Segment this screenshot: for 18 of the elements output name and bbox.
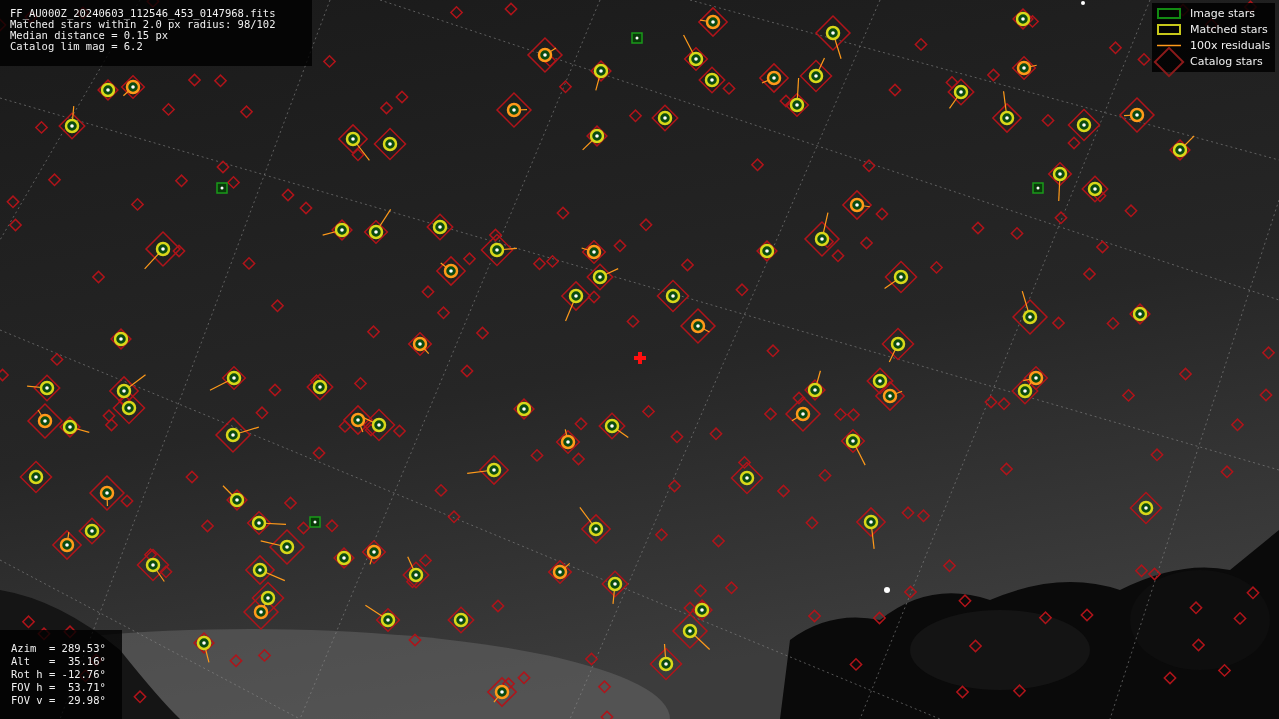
square-outline-icon [1157, 8, 1181, 19]
info-text: Catalog lim mag = 6.2 [10, 41, 144, 52]
diamond-icon [1152, 44, 1186, 79]
pointing-text: Alt = 35.16° [11, 655, 107, 668]
info-text: Matched stars within 2.0 px radius: 98/102 [10, 19, 277, 30]
info-text: Median distance = 0.15 px [10, 30, 169, 41]
legend-label: Matched stars [1190, 23, 1268, 36]
pointing-text: FOV h = 53.71° [11, 681, 107, 694]
pointing-text: FOV v = 29.98° [11, 694, 107, 707]
info-text: FF_AU000Z_20240603_112546_453_0147968.fits [10, 8, 277, 19]
pointing-text: Rot h = -12.76° [11, 668, 107, 681]
pointing-text: Azim = 289.53° [11, 642, 107, 655]
legend-label: Catalog stars [1190, 55, 1263, 68]
center-cross-icon [634, 352, 646, 364]
legend-label: Image stars [1190, 7, 1255, 20]
rectangle-outline-icon [1157, 24, 1181, 35]
legend-label: 100x residuals [1190, 39, 1271, 52]
line-icon [1157, 44, 1181, 47]
